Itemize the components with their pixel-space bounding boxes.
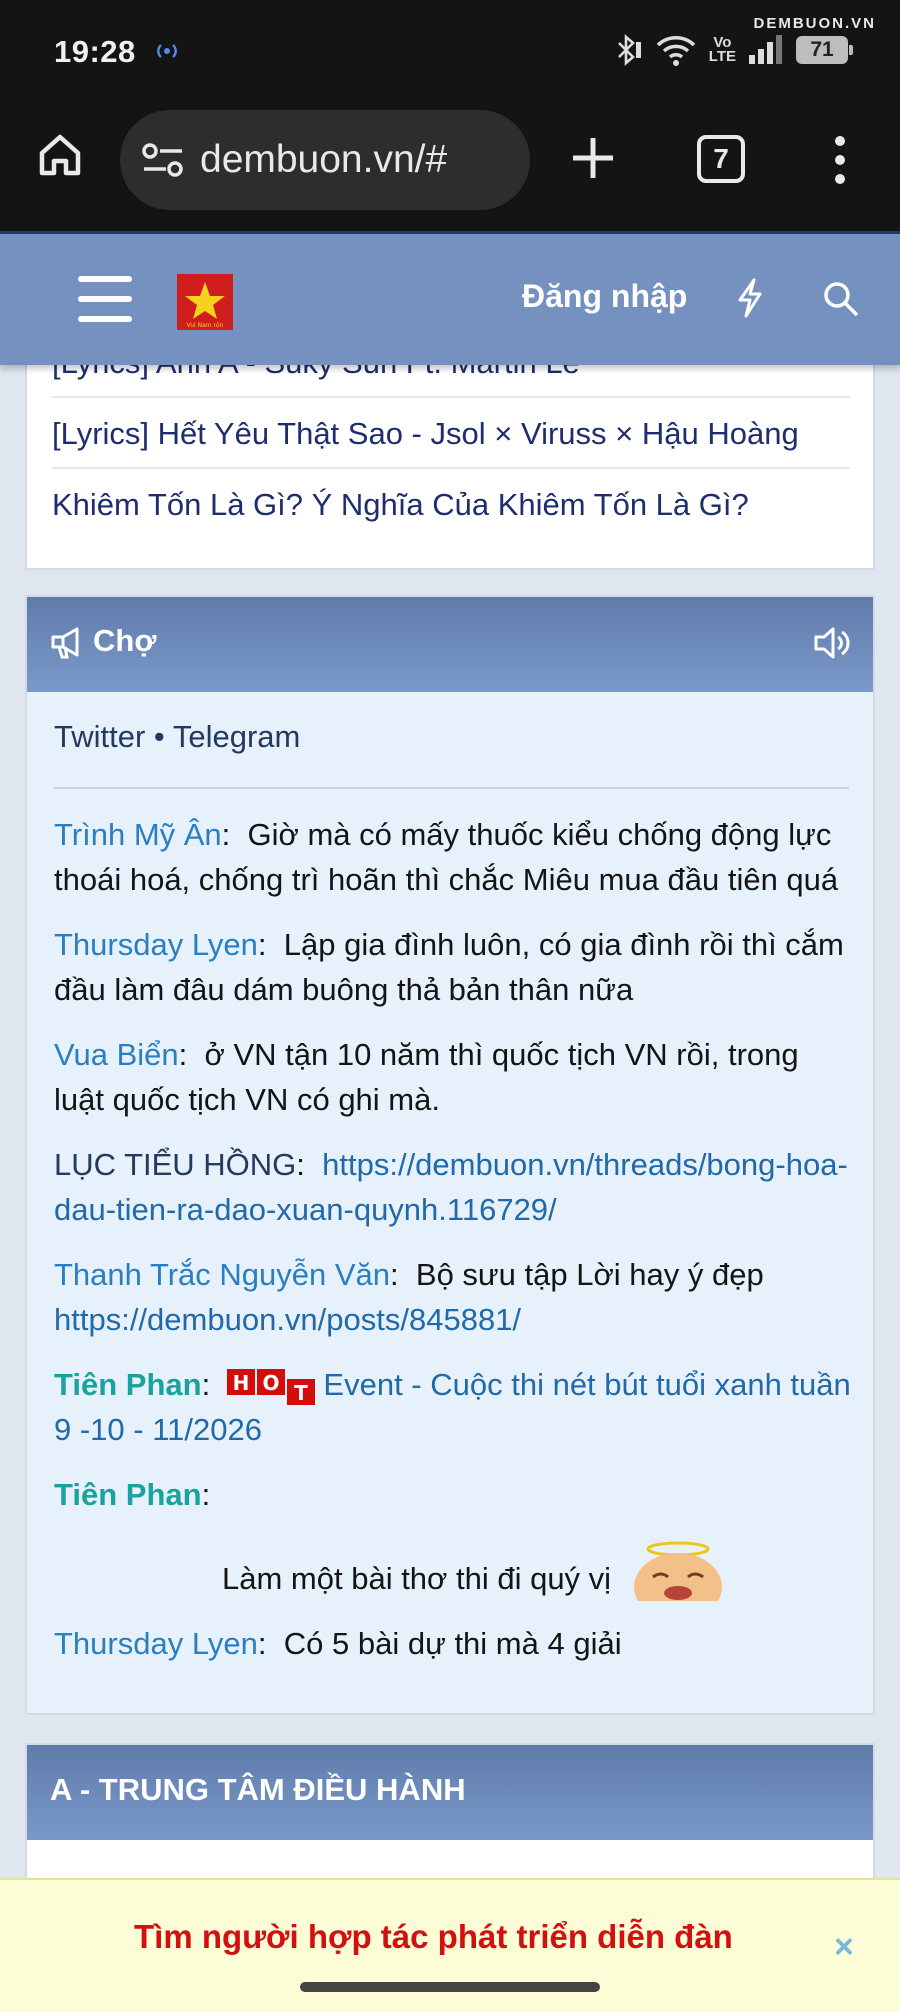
volte-label: Vo LTE — [708, 34, 736, 65]
more-menu-icon[interactable] — [830, 135, 850, 185]
chat-message: Vua Biển: ở VN tận 10 năm thì quốc tịch … — [54, 1037, 799, 1117]
close-icon[interactable]: × — [834, 1928, 854, 1967]
url-text[interactable]: dembuon.vn/# — [200, 138, 447, 182]
chat-message: Thanh Trắc Nguyễn Văn: Bộ sưu tập Lời ha… — [54, 1257, 764, 1337]
sound-icon[interactable] — [813, 625, 851, 661]
chat-message: Tiên Phan: H O T Event - Cuộc thi nét bú… — [54, 1367, 851, 1447]
megaphone-icon — [51, 627, 79, 659]
section-header[interactable]: A - TRUNG TÂM ĐIỀU HÀNH — [27, 1745, 873, 1840]
hot-badge-letter: T — [295, 1381, 309, 1405]
latest-link[interactable]: Khiêm Tốn Là Gì? Ý Nghĩa Của Khiêm Tốn L… — [52, 469, 850, 540]
bolt-icon[interactable] — [734, 278, 766, 318]
status-bar: 19:28 DEMBUON.VN Vo LTE 71 — [0, 0, 900, 105]
chat-author[interactable]: Thanh Trắc Nguyễn Văn — [54, 1257, 390, 1292]
status-icons: Vo LTE 71 — [613, 30, 853, 70]
hot-badge-letter: O — [263, 1371, 280, 1395]
latest-links-list: [Lyrics] Anh A - Suky Sun Ft. Martin Lê … — [52, 365, 850, 540]
hot-badge-icon: H O T — [227, 1368, 316, 1405]
chat-box-title: Chợ — [93, 623, 157, 658]
chat-author[interactable]: Trình Mỹ Ân — [54, 817, 222, 852]
chat-author[interactable]: Vua Biển — [54, 1037, 179, 1072]
chat-author[interactable]: Thursday Lyen — [54, 927, 258, 962]
latest-link[interactable]: [Lyrics] Anh A - Suky Sun Ft. Martin Lê — [52, 365, 850, 398]
telegram-link[interactable]: Telegram — [173, 719, 301, 754]
battery-icon: 71 — [796, 36, 853, 64]
chat-text: Làm một bài thơ thi đi quý vị — [222, 1561, 612, 1596]
address-bar[interactable]: dembuon.vn/# — [120, 110, 530, 210]
chat-message: Tiên Phan: Làm một bài thơ thi đi quý vị — [54, 1472, 854, 1601]
notice-text[interactable]: Tìm người hợp tác phát triển diễn đàn — [134, 1918, 733, 1956]
chat-message: LỤC TIỂU HỒNG: https://dembuon.vn/thread… — [54, 1147, 848, 1227]
chat-message: Trình Mỹ Ân: Giờ mà có mấy thuốc kiểu ch… — [54, 817, 839, 897]
chat-author[interactable]: Thursday Lyen — [54, 1626, 258, 1661]
chat-messages: Trình Mỹ Ân: Giờ mà có mấy thuốc kiểu ch… — [54, 812, 854, 1692]
new-tab-icon[interactable] — [570, 135, 616, 181]
chat-message: Thursday Lyen: Lập gia đình luôn, có gia… — [54, 927, 844, 1007]
wifi-icon — [656, 36, 695, 66]
twitter-link[interactable]: Twitter — [54, 719, 145, 754]
chat-poem: Làm một bài thơ thi đi quý vị — [222, 1539, 854, 1601]
hamburger-icon[interactable] — [78, 276, 132, 322]
star-logo-icon: Vui Nam rộn — [185, 282, 225, 329]
chat-box: Chợ Twitter • Telegram Trình Mỹ Ân: Giờ … — [25, 595, 875, 1715]
latest-link[interactable]: [Lyrics] Hết Yêu Thật Sao - Jsol × Virus… — [52, 398, 850, 469]
chat-message: Thursday Lyen: Có 5 bài dự thi mà 4 giải — [54, 1626, 622, 1661]
section-title[interactable]: A - TRUNG TÂM ĐIỀU HÀNH — [50, 1772, 466, 1808]
forum-header: Vui Nam rộn Đăng nhập — [0, 231, 900, 365]
social-links: Twitter • Telegram — [54, 719, 300, 755]
site-settings-icon[interactable] — [142, 142, 184, 178]
tab-switcher-button[interactable]: 7 — [697, 135, 745, 183]
hotspot-icon — [157, 44, 177, 58]
bluetooth-icon — [617, 34, 641, 66]
signal-icon — [749, 35, 782, 64]
site-logo[interactable]: Vui Nam rộn — [177, 274, 233, 330]
page-content: [Lyrics] Anh A - Suky Sun Ft. Martin Lê … — [0, 365, 900, 2010]
gesture-bar[interactable] — [300, 1982, 600, 1992]
home-icon[interactable] — [36, 131, 84, 179]
chat-text: Có 5 bài dự thi mà 4 giải — [283, 1626, 622, 1661]
separator: • — [145, 719, 173, 754]
hot-badge-letter: H — [233, 1371, 250, 1395]
battery-level: 71 — [810, 38, 834, 61]
chat-author[interactable]: LỤC TIỂU HỒNG — [54, 1147, 296, 1182]
search-icon[interactable] — [822, 280, 860, 318]
clock: 19:28 — [54, 34, 136, 69]
chat-text: Bộ sưu tập Lời hay ý đẹp — [415, 1257, 764, 1292]
login-link[interactable]: Đăng nhập — [522, 278, 687, 315]
angel-emoji-icon — [634, 1541, 723, 1601]
chat-author[interactable]: Tiên Phan — [54, 1477, 202, 1512]
chat-box-header: Chợ — [27, 597, 873, 692]
chat-author[interactable]: Tiên Phan — [54, 1367, 202, 1402]
divider — [54, 787, 849, 789]
latest-links-card: [Lyrics] Anh A - Suky Sun Ft. Martin Lê … — [25, 365, 875, 570]
logo-text: Vui Nam rộn — [187, 322, 224, 329]
browser-toolbar: dembuon.vn/# 7 — [0, 105, 900, 231]
chat-link[interactable]: https://dembuon.vn/posts/845881/ — [54, 1302, 521, 1337]
